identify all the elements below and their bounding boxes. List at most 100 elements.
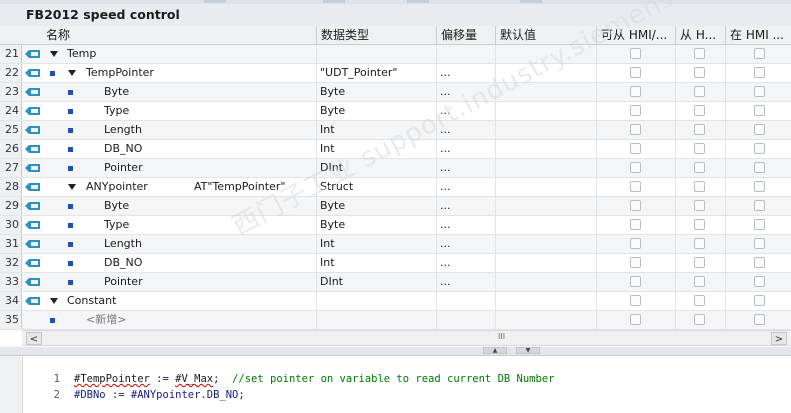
hmi-visible-checkbox[interactable] <box>694 162 705 173</box>
datatype-cell[interactable]: DInt <box>316 159 343 177</box>
column-header-hmi-setpoint[interactable]: 在 HMI ... <box>725 26 791 44</box>
column-header-default[interactable]: 默认值 <box>495 26 596 44</box>
datatype-cell[interactable]: Byte <box>316 197 345 215</box>
editor-splitter[interactable]: ▲ ▼ <box>0 347 791 356</box>
variable-name[interactable]: Pointer <box>104 273 143 291</box>
variable-name[interactable]: Byte <box>104 83 129 101</box>
default-value-cell[interactable] <box>495 292 596 310</box>
hmi-access-checkbox[interactable] <box>630 162 641 173</box>
scroll-left-arrow-icon[interactable]: < <box>26 332 42 345</box>
datatype-cell[interactable]: Byte <box>316 216 345 234</box>
expand-triangle-icon[interactable] <box>50 298 58 304</box>
hmi-access-checkbox[interactable] <box>630 105 641 116</box>
hmi-access-checkbox[interactable] <box>630 86 641 97</box>
hmi-setpoint-checkbox[interactable] <box>754 181 765 192</box>
hmi-access-checkbox[interactable] <box>630 257 641 268</box>
hmi-visible-checkbox[interactable] <box>694 238 705 249</box>
variable-name[interactable]: Type <box>104 102 129 120</box>
hmi-access-checkbox[interactable] <box>630 295 641 306</box>
hmi-setpoint-checkbox[interactable] <box>754 295 765 306</box>
column-header-offset[interactable]: 偏移量 <box>436 26 495 44</box>
default-value-cell[interactable] <box>495 273 596 291</box>
table-row[interactable]: 34 Constant <box>0 292 791 311</box>
datatype-cell[interactable]: Int <box>316 254 335 272</box>
datatype-cell[interactable]: Byte <box>316 83 345 101</box>
scroll-thumb-grip[interactable]: III <box>498 332 505 341</box>
at-overlay-text[interactable]: AT"TempPointer" <box>194 178 285 196</box>
datatype-cell[interactable]: "UDT_Pointer" <box>316 64 397 82</box>
default-value-cell[interactable] <box>495 45 596 63</box>
default-value-cell[interactable] <box>495 64 596 82</box>
hmi-setpoint-checkbox[interactable] <box>754 48 765 59</box>
datatype-cell[interactable]: Int <box>316 140 335 158</box>
variable-name[interactable]: TempPointer <box>86 64 154 82</box>
hmi-access-checkbox[interactable] <box>630 238 641 249</box>
column-header-hmi-visible[interactable]: 从 H... <box>675 26 725 44</box>
table-row[interactable]: 27 Pointer DInt... <box>0 159 791 178</box>
hmi-setpoint-checkbox[interactable] <box>754 162 765 173</box>
variable-name[interactable]: Pointer <box>104 159 143 177</box>
table-row[interactable]: 29 Byte Byte... <box>0 197 791 216</box>
hmi-setpoint-checkbox[interactable] <box>754 257 765 268</box>
toolbar-tab-indicator[interactable] <box>323 0 345 3</box>
table-row[interactable]: 21 Temp <box>0 45 791 64</box>
datatype-cell[interactable] <box>316 45 320 63</box>
hmi-setpoint-checkbox[interactable] <box>754 105 765 116</box>
hmi-visible-checkbox[interactable] <box>694 124 705 135</box>
hmi-visible-checkbox[interactable] <box>694 143 705 154</box>
hmi-setpoint-checkbox[interactable] <box>754 314 765 325</box>
hmi-visible-checkbox[interactable] <box>694 200 705 211</box>
hmi-access-checkbox[interactable] <box>630 314 641 325</box>
hmi-access-checkbox[interactable] <box>630 181 641 192</box>
hmi-setpoint-checkbox[interactable] <box>754 276 765 287</box>
scroll-right-arrow-icon[interactable]: > <box>771 332 787 345</box>
hmi-visible-checkbox[interactable] <box>694 219 705 230</box>
hmi-visible-checkbox[interactable] <box>694 295 705 306</box>
variable-name[interactable]: DB_NO <box>104 254 142 272</box>
default-value-cell[interactable] <box>495 235 596 253</box>
hmi-setpoint-checkbox[interactable] <box>754 219 765 230</box>
table-row[interactable]: 30 Type Byte... <box>0 216 791 235</box>
default-value-cell[interactable] <box>495 83 596 101</box>
hmi-visible-checkbox[interactable] <box>694 181 705 192</box>
hmi-visible-checkbox[interactable] <box>694 105 705 116</box>
column-header-hmi-access[interactable]: 可从 HMI/... <box>596 26 675 44</box>
hmi-access-checkbox[interactable] <box>630 219 641 230</box>
hmi-setpoint-checkbox[interactable] <box>754 86 765 97</box>
expand-triangle-icon[interactable] <box>50 51 58 57</box>
hmi-visible-checkbox[interactable] <box>694 67 705 78</box>
column-header-datatype[interactable]: 数据类型 <box>316 26 436 44</box>
datatype-cell[interactable] <box>316 311 320 329</box>
default-value-cell[interactable] <box>495 254 596 272</box>
default-value-cell[interactable] <box>495 197 596 215</box>
variable-name[interactable]: Byte <box>104 197 129 215</box>
hmi-setpoint-checkbox[interactable] <box>754 238 765 249</box>
table-row[interactable]: 25 Length Int... <box>0 121 791 140</box>
hmi-access-checkbox[interactable] <box>630 67 641 78</box>
table-row[interactable]: 35 <新增> <box>0 311 791 330</box>
table-row[interactable]: 26 DB_NO Int... <box>0 140 791 159</box>
hmi-access-checkbox[interactable] <box>630 200 641 211</box>
hmi-visible-checkbox[interactable] <box>694 257 705 268</box>
hmi-setpoint-checkbox[interactable] <box>754 67 765 78</box>
variable-name[interactable]: Length <box>104 121 142 139</box>
default-value-cell[interactable] <box>495 311 596 329</box>
hmi-visible-checkbox[interactable] <box>694 48 705 59</box>
datatype-cell[interactable]: Byte <box>316 102 345 120</box>
variable-name[interactable]: Length <box>104 235 142 253</box>
horizontal-scrollbar[interactable]: < III > <box>22 330 791 346</box>
table-row[interactable]: 22 TempPointer "UDT_Pointer"... <box>0 64 791 83</box>
toolbar-tab-indicator[interactable] <box>520 0 542 3</box>
table-row[interactable]: 31 Length Int... <box>0 235 791 254</box>
variable-name[interactable]: Constant <box>67 292 116 310</box>
table-row[interactable]: 28 ANYpointer AT"TempPointer" Struct... <box>0 178 791 197</box>
hmi-access-checkbox[interactable] <box>630 124 641 135</box>
table-row[interactable]: 33 Pointer DInt... <box>0 273 791 292</box>
splitter-down-arrow-icon[interactable]: ▼ <box>516 347 540 354</box>
variable-name[interactable]: Temp <box>67 45 96 63</box>
hmi-access-checkbox[interactable] <box>630 276 641 287</box>
scl-code-editor[interactable]: 1 #TempPointer := #V_Max; //set pointer o… <box>0 356 791 413</box>
default-value-cell[interactable] <box>495 140 596 158</box>
variable-name[interactable]: ANYpointer <box>86 178 148 196</box>
hmi-visible-checkbox[interactable] <box>694 314 705 325</box>
